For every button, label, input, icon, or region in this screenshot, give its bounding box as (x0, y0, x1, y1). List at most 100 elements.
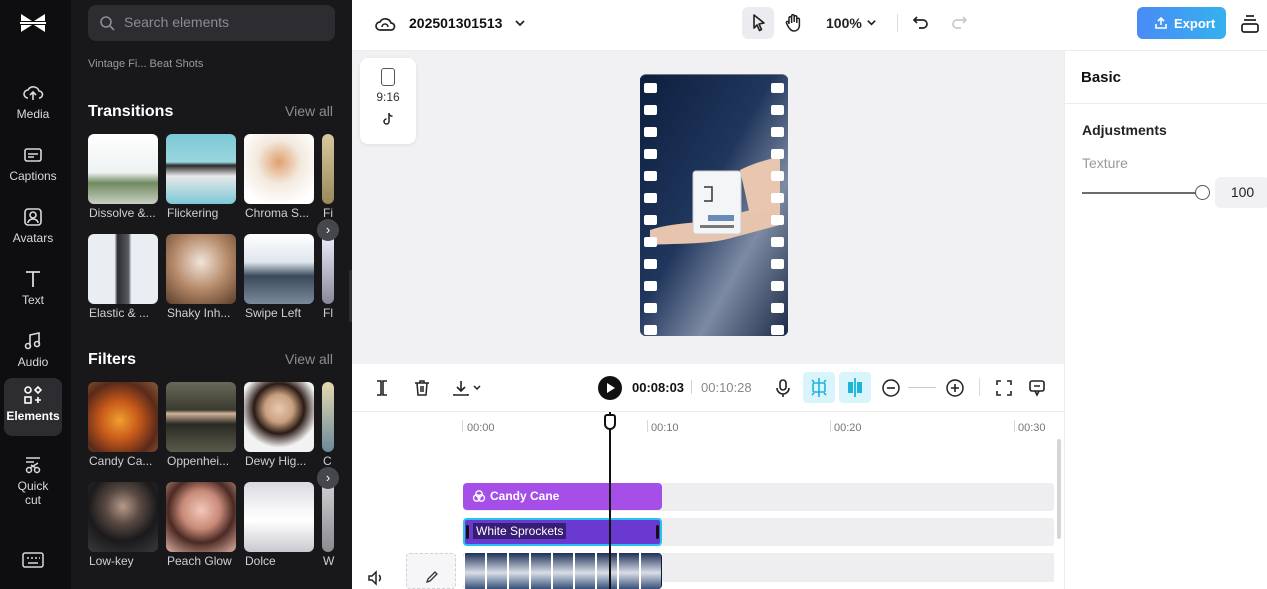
clip-trim-handle-left[interactable] (466, 525, 469, 539)
cloud-icon[interactable] (374, 13, 396, 35)
filter-label: Candy Ca... (89, 454, 153, 468)
rail-item-avatars[interactable]: Avatars (4, 200, 62, 258)
speaker-icon (368, 570, 382, 586)
export-button[interactable]: Export (1137, 7, 1226, 39)
rail-item-media[interactable]: Media (4, 76, 62, 134)
zoom-value: 100% (826, 15, 862, 31)
capcut-logo-icon[interactable] (18, 10, 48, 36)
rail-item-elements[interactable]: Elements (4, 378, 62, 436)
sprocket-holes (771, 83, 784, 335)
video-frame (617, 553, 639, 589)
texture-slider-track[interactable] (1082, 192, 1204, 194)
filter-thumb[interactable] (322, 482, 334, 552)
playhead-handle[interactable] (604, 414, 616, 430)
clip-trim-handle-right[interactable] (656, 525, 659, 539)
ruler-label: 00:20 (834, 422, 862, 434)
tab-basic[interactable]: Basic (1081, 69, 1121, 86)
partial-row-labels: Vintage Fi... Beat Shots (88, 58, 204, 70)
transitions-next-button[interactable]: › (317, 219, 339, 241)
align-center-icon (848, 378, 862, 397)
undo-icon[interactable] (911, 13, 931, 33)
redo-icon[interactable] (949, 13, 969, 33)
filter-label: Oppenhei... (167, 454, 230, 468)
filter-thumb[interactable] (244, 482, 314, 552)
transitions-view-all-link[interactable]: View all (285, 103, 333, 119)
transition-label: Shaky Inh... (167, 306, 231, 320)
video-clip[interactable] (463, 553, 662, 589)
timeline-scrollbar[interactable] (1057, 439, 1061, 539)
transition-thumb[interactable] (322, 134, 334, 204)
rail-item-audio[interactable]: Audio (4, 324, 62, 382)
filters-view-all-link[interactable]: View all (285, 351, 333, 367)
transition-thumb[interactable] (322, 234, 334, 304)
rail-label: Text (21, 293, 44, 307)
transition-thumb[interactable] (88, 234, 158, 304)
play-button[interactable] (598, 376, 622, 400)
portrait-ratio-icon (381, 68, 395, 86)
text-icon (26, 271, 40, 287)
ruler-label: 00:30 (1018, 422, 1046, 434)
effect-clip-selected[interactable]: White Sprockets (463, 518, 662, 546)
rail-item-text[interactable]: Text (4, 262, 62, 320)
rail-item-quick-cut[interactable]: Quick cut (4, 448, 62, 508)
left-rail: Media Captions Avatars Text Audio Elemen… (0, 0, 71, 589)
filter-thumb[interactable] (88, 382, 158, 452)
filter-thumb[interactable] (166, 482, 236, 552)
filters-next-button[interactable]: › (317, 467, 339, 489)
project-name[interactable]: 202501301513 (409, 15, 502, 31)
zoom-level[interactable]: 100% (826, 15, 877, 31)
transition-thumb[interactable] (244, 134, 314, 204)
rail-label: Quick cut (17, 479, 49, 507)
upload-icon (1155, 16, 1167, 29)
filter-label: Dolce (245, 554, 276, 568)
zoom-out-icon[interactable] (881, 378, 901, 398)
keyboard-icon[interactable] (22, 551, 44, 569)
elements-panel: Search elements Vintage Fi... Beat Shots… (71, 0, 352, 589)
transition-thumb[interactable] (244, 234, 314, 304)
zoom-in-icon[interactable] (945, 378, 965, 398)
download-icon[interactable] (451, 378, 487, 398)
transition-thumb[interactable] (166, 234, 236, 304)
filter-thumb[interactable] (166, 382, 236, 452)
filter-thumb[interactable] (322, 382, 334, 452)
transition-thumb[interactable] (88, 134, 158, 204)
tiktok-icon (383, 112, 393, 125)
feedback-icon[interactable] (1027, 378, 1047, 398)
fullscreen-icon[interactable] (994, 378, 1014, 398)
chevron-right-icon: › (325, 222, 331, 237)
track-volume-button[interactable] (367, 570, 385, 586)
microphone-icon[interactable] (773, 378, 793, 398)
filter-clip[interactable]: Candy Cane (463, 483, 662, 510)
texture-value-input[interactable]: 100 (1215, 177, 1267, 208)
filter-thumb[interactable] (244, 382, 314, 452)
timeline-toolbar: 00:08:03 00:10:28 (352, 364, 1064, 412)
chevron-down-icon[interactable] (513, 16, 527, 30)
select-tool-button[interactable] (742, 7, 774, 39)
texture-slider-handle[interactable] (1195, 185, 1210, 200)
split-icon[interactable] (372, 378, 392, 398)
playhead[interactable] (609, 412, 611, 589)
rail-item-captions[interactable]: Captions (4, 138, 62, 196)
auto-snap-toggle[interactable] (803, 372, 835, 403)
rail-label: Elements (6, 409, 60, 423)
linkage-toggle[interactable] (839, 372, 871, 403)
divider (691, 380, 692, 394)
filter-icon (472, 490, 486, 502)
timeline-zoom-slider[interactable] (908, 387, 936, 388)
video-preview[interactable] (640, 74, 788, 336)
aspect-ratio-selector[interactable]: 9:16 (360, 58, 416, 144)
trash-icon[interactable] (412, 378, 432, 398)
timeline[interactable]: 00:00 00:10 00:20 00:30 Candy Cane White… (352, 412, 1064, 589)
hand-tool-button[interactable] (777, 7, 809, 39)
search-input[interactable]: Search elements (88, 5, 335, 41)
effect-clip-label: White Sprockets (473, 523, 567, 539)
texture-label: Texture (1082, 155, 1128, 171)
transition-thumb[interactable] (166, 134, 236, 204)
cover-button[interactable] (406, 553, 456, 589)
rail-label: Audio (17, 355, 49, 369)
filter-thumb[interactable] (88, 482, 158, 552)
divider (979, 378, 980, 396)
layers-menu-icon[interactable] (1239, 13, 1261, 35)
video-frame (529, 553, 551, 589)
ruler-label: 00:10 (651, 422, 679, 434)
